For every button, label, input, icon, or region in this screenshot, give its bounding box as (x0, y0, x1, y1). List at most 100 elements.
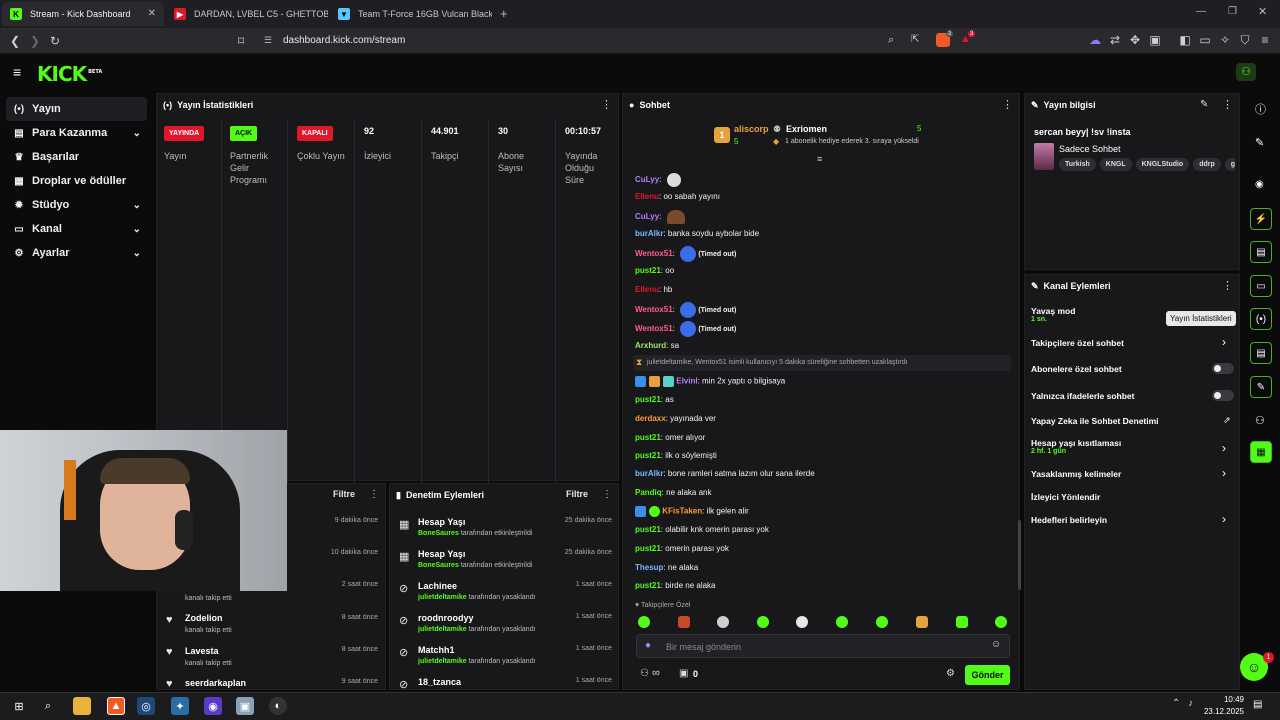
app-icon[interactable]: ◉ (204, 697, 222, 715)
sidebar-item-para-kazanma[interactable]: ▤ Para Kazanma ⌄ (6, 121, 147, 145)
minimize-button[interactable]: — (1196, 6, 1206, 17)
stats-broadcast-icon[interactable]: (•) (1250, 308, 1272, 330)
emote-icon[interactable] (836, 616, 848, 628)
chat-username[interactable]: pust21 (635, 581, 661, 590)
pinned-gift-banner[interactable]: 1 aliscorp 5 ⚉ Exriomen 5 ◆ 1 abonelik h… (636, 118, 1010, 152)
sidebar-item-basarilar[interactable]: ♛ Başarılar (6, 145, 147, 169)
shop-icon[interactable]: ▣ (679, 668, 688, 679)
more-options-icon[interactable]: ⋮ (1222, 98, 1233, 111)
moderation-target[interactable]: 18_tzanca (418, 677, 461, 687)
volume-icon[interactable]: ♪ (1188, 698, 1193, 709)
tab-teamgroup[interactable]: ▼ Team T-Force 16GB Vulcan Black Exp (330, 2, 492, 26)
wrench-icon[interactable]: ✎ (1250, 376, 1272, 398)
activity-name[interactable]: seerdarkaplan (185, 678, 246, 688)
close-window-button[interactable]: ✕ (1258, 5, 1267, 18)
new-tab-button[interactable]: + (500, 6, 508, 21)
bookmark-icon[interactable]: ⌑ (232, 32, 250, 50)
tag[interactable]: g (1224, 158, 1235, 171)
chat-settings-icon[interactable]: ⚙ (946, 668, 955, 679)
chat-username[interactable]: Elvinl (676, 377, 697, 386)
info-icon[interactable]: ⓘ (1255, 101, 1266, 117)
chat-username[interactable]: CuLyy (635, 175, 659, 184)
chat-username[interactable]: burAlkr (635, 229, 663, 238)
calculator-icon[interactable]: ▦ (1250, 441, 1272, 463)
moderation-list-icon[interactable]: ▤ (1250, 342, 1272, 364)
chat-bubble-icon[interactable]: ▭ (1250, 275, 1272, 297)
obs-icon[interactable]: ◐ (269, 697, 287, 715)
chevron-right-icon[interactable]: › (1222, 335, 1226, 349)
zoom-search-icon[interactable]: ⌕ (888, 34, 894, 47)
tag[interactable]: Turkish (1059, 158, 1096, 171)
camera-icon[interactable]: ◉ (1255, 179, 1264, 190)
external-link-icon[interactable]: ⇗ (1223, 415, 1231, 426)
chat-username[interactable]: Thesup (635, 563, 663, 572)
document-icon[interactable]: ▤ (1250, 241, 1272, 263)
chat-username[interactable]: pust21 (635, 395, 661, 404)
windows-start-icon[interactable]: ⊞ (10, 697, 28, 715)
chevron-right-icon[interactable]: › (1222, 512, 1226, 526)
chat-username[interactable]: pust21 (635, 525, 661, 534)
chat-username[interactable]: KFisTaken (662, 507, 702, 516)
category-thumbnail[interactable] (1034, 143, 1054, 170)
sidebar-item-droplar[interactable]: ▦ Droplar ve ödüller (6, 169, 147, 193)
activity-filter-button[interactable]: Filtre (333, 489, 355, 499)
category-name[interactable]: Sadece Sohbet (1059, 144, 1121, 154)
file-explorer-icon[interactable] (73, 697, 91, 715)
user-avatar-icon[interactable]: ⚇ (1236, 63, 1256, 81)
moderation-filter-button[interactable]: Filtre (566, 489, 588, 499)
reload-icon[interactable]: ↻ (46, 32, 64, 50)
emotes-chat-toggle[interactable] (1212, 390, 1234, 401)
moderation-target[interactable]: Hesap Yaşı (418, 517, 465, 527)
emote-icon[interactable] (876, 616, 888, 628)
extension-cloud-icon[interactable]: ☁ (1086, 31, 1104, 49)
moderation-target[interactable]: Matchh1 (418, 645, 455, 655)
redirect-setting[interactable]: İzleyici Yönlendir (1031, 492, 1100, 502)
activity-name[interactable]: Lavesta (185, 646, 219, 656)
users-icon[interactable]: ⚇ (1255, 414, 1265, 427)
ai-moderation-setting[interactable]: Yapay Zeka ile Sohbet Denetimi (1031, 416, 1159, 426)
chat-username[interactable]: burAlkr (635, 469, 663, 478)
target-name[interactable]: Exriomen (786, 124, 827, 134)
chat-username[interactable]: Wentox51 (635, 249, 673, 258)
emote-icon[interactable] (995, 616, 1007, 628)
expand-pinned-icon[interactable]: ≡ (817, 154, 822, 164)
site-info-icon[interactable]: ☰ (264, 35, 272, 46)
chat-input[interactable]: ● Bir mesaj gönderin ☺ (636, 634, 1010, 658)
hamburger-menu-icon[interactable]: ≡ (13, 64, 21, 80)
chat-scrollbar[interactable] (1018, 520, 1021, 590)
app-icon[interactable]: ✦ (171, 697, 189, 715)
sidebar-item-kanal[interactable]: ▭ Kanal ⌄ (6, 217, 147, 241)
chat-username[interactable]: pust21 (635, 433, 661, 442)
lightning-icon[interactable]: ⚡ (1250, 208, 1272, 230)
menu-icon[interactable]: ≡ (1256, 31, 1274, 49)
chat-username[interactable]: derdaxx (635, 414, 666, 423)
search-icon[interactable]: ⌕ (39, 697, 57, 715)
emote-icon[interactable] (638, 616, 650, 628)
chat-username[interactable]: Pandiq (635, 488, 662, 497)
emote-icon[interactable] (916, 616, 928, 628)
forward-icon[interactable]: ❯ (26, 32, 44, 50)
send-button[interactable]: Gönder (965, 665, 1010, 685)
chat-username[interactable]: CuLyy (635, 212, 659, 221)
emote-icon[interactable] (717, 616, 729, 628)
more-options-icon[interactable]: ⋮ (601, 98, 612, 111)
chat-username[interactable]: Ellenu (635, 192, 659, 201)
clock-date[interactable]: 23.12.2025 (1196, 707, 1244, 716)
leo-ai-icon[interactable]: ✧ (1216, 31, 1234, 49)
extension-arrows-icon[interactable]: ⇄ (1106, 31, 1124, 49)
media-icon[interactable]: ▣ (1146, 31, 1164, 49)
slow-mode-setting[interactable]: Yavaş mod (1031, 306, 1075, 316)
moderation-target[interactable]: roodnroodyy (418, 613, 474, 623)
emote-icon[interactable] (678, 616, 690, 628)
more-options-icon[interactable]: ⋮ (1002, 98, 1013, 111)
chat-username[interactable]: pust21 (635, 451, 661, 460)
tag[interactable]: KNGL (1099, 158, 1132, 171)
wallet-icon[interactable]: ▭ (1196, 31, 1214, 49)
address-bar[interactable]: ☰ dashboard.kick.com/stream ⌕ ⇱ 2 ▲ 3 (256, 31, 984, 51)
chat-username[interactable]: Arxhurd (635, 341, 666, 350)
banned-words-setting[interactable]: Yasaklanmış kelimeler (1031, 469, 1121, 479)
chat-username[interactable]: pust21 (635, 544, 661, 553)
tag[interactable]: KNGLStudio (1135, 158, 1190, 171)
chat-username[interactable]: Wentox51 (635, 324, 673, 333)
steam-icon[interactable]: ◎ (137, 697, 155, 715)
